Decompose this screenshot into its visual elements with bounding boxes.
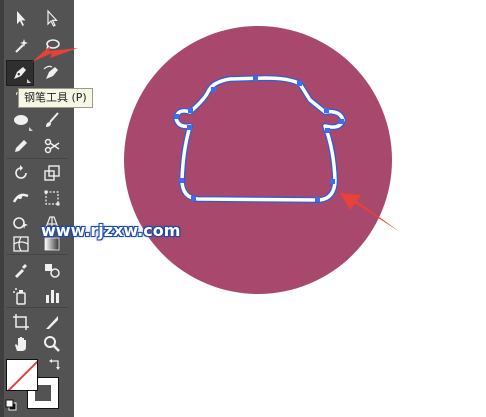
paintbrush-tool[interactable] <box>38 107 66 133</box>
fill-swatch[interactable] <box>6 359 38 391</box>
pencil-icon <box>15 140 27 152</box>
panel-grip[interactable] <box>0 0 4 417</box>
more-tools-indicator <box>29 127 33 131</box>
watermark-text: www.rjzxw.com <box>41 221 181 240</box>
artboard-icon <box>13 314 29 330</box>
shape-builder-icon <box>13 217 28 229</box>
more-tools-indicator <box>27 79 31 83</box>
zoom-tool[interactable] <box>38 331 66 357</box>
curvature-tool[interactable] <box>38 60 66 86</box>
symbol-sprayer-icon <box>13 288 26 305</box>
scissors-icon <box>44 138 60 154</box>
arrow-icon <box>17 11 26 26</box>
scissors-tool[interactable] <box>38 133 66 159</box>
width-tool[interactable] <box>7 185 35 211</box>
column-graph-tool[interactable] <box>38 283 66 309</box>
curvature-pen-icon <box>43 65 58 79</box>
scale-tool[interactable] <box>38 160 66 186</box>
toolbar-separator <box>6 254 68 255</box>
symbol-sprayer-tool[interactable] <box>7 283 35 309</box>
pencil-tool[interactable] <box>7 133 35 159</box>
none-indicator-icon <box>7 360 37 390</box>
scale-icon <box>44 165 60 181</box>
magic-wand-tool[interactable] <box>7 33 35 59</box>
blend-tool[interactable] <box>38 257 66 283</box>
eyedropper-icon <box>15 264 27 278</box>
hand-icon <box>15 337 26 351</box>
free-transform-icon <box>44 190 60 206</box>
paintbrush-icon <box>46 112 59 127</box>
ellipse-icon <box>14 115 28 125</box>
eyedropper-tool[interactable] <box>7 257 35 283</box>
rotate-icon <box>15 165 27 179</box>
tools-panel: T <box>0 0 74 417</box>
width-icon <box>12 193 29 203</box>
magic-wand-icon <box>15 39 28 53</box>
toolbar-separator <box>6 158 68 159</box>
swap-fill-stroke-icon[interactable] <box>48 357 62 371</box>
selection-tool[interactable] <box>7 5 35 31</box>
default-colors-icon[interactable] <box>5 399 17 411</box>
slice-icon <box>46 316 58 329</box>
toolbar-separator <box>6 307 68 308</box>
rotate-tool[interactable] <box>7 160 35 186</box>
direct-selection-tool[interactable] <box>38 5 66 31</box>
hand-tool[interactable] <box>7 331 35 357</box>
white-arrow-icon <box>47 9 58 27</box>
circle-shape[interactable] <box>124 26 392 294</box>
column-graph-icon <box>46 290 59 303</box>
blend-icon <box>45 264 60 278</box>
zoom-icon <box>44 336 60 352</box>
pen-tool[interactable] <box>6 60 34 86</box>
tool-tooltip: 钢笔工具 (P) <box>18 88 93 108</box>
ellipse-tool[interactable] <box>7 107 35 133</box>
mesh-icon <box>13 236 29 252</box>
free-transform-tool[interactable] <box>38 185 66 211</box>
